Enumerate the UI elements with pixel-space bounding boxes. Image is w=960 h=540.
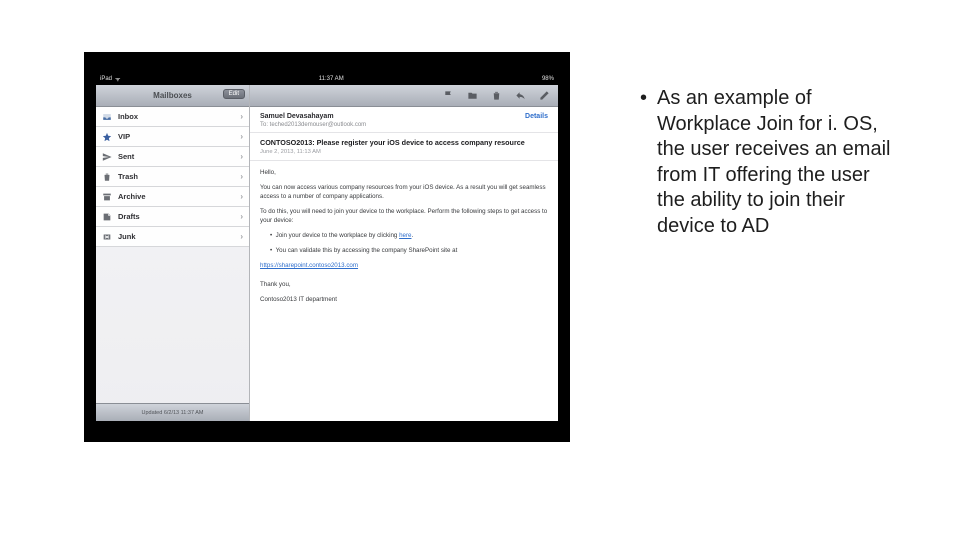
- mailbox-label: Drafts: [118, 212, 140, 221]
- mailbox-archive[interactable]: Archive ›: [96, 187, 249, 207]
- chevron-right-icon: ›: [240, 132, 243, 141]
- archive-icon: [102, 192, 112, 202]
- chevron-right-icon: ›: [240, 172, 243, 181]
- message-body: Hello, You can now access various compan…: [250, 161, 558, 319]
- compose-icon[interactable]: [538, 90, 550, 102]
- bullet-content: As an example of Workplace Join for i. O…: [657, 86, 900, 240]
- folder-icon[interactable]: [466, 90, 478, 102]
- device-frame: iPad ᯤ 11:37 AM 98% Mailboxes Edit: [84, 52, 570, 442]
- edit-button[interactable]: Edit: [223, 89, 245, 99]
- flag-icon[interactable]: [442, 90, 454, 102]
- reply-icon[interactable]: [514, 90, 526, 102]
- body-greeting: Hello,: [260, 169, 548, 178]
- mailbox-vip[interactable]: VIP ›: [96, 127, 249, 147]
- mailboxes-sidebar: Mailboxes Edit Inbox ›: [96, 85, 250, 421]
- mailbox-drafts[interactable]: Drafts ›: [96, 207, 249, 227]
- status-bar: iPad ᯤ 11:37 AM 98%: [96, 73, 558, 85]
- mailbox-inbox[interactable]: Inbox ›: [96, 107, 249, 127]
- body-step2: • You can validate this by accessing the…: [260, 247, 548, 256]
- status-battery: 98%: [542, 76, 554, 82]
- mailbox-label: Sent: [118, 152, 134, 161]
- star-icon: [102, 132, 112, 142]
- mailbox-sent[interactable]: Sent ›: [96, 147, 249, 167]
- ipad-screen: iPad ᯤ 11:37 AM 98% Mailboxes Edit: [96, 73, 558, 421]
- drafts-icon: [102, 212, 112, 222]
- mailbox-trash[interactable]: Trash ›: [96, 167, 249, 187]
- body-signoff1: Thank you,: [260, 281, 548, 290]
- body-step1: • Join your device to the workplace by c…: [260, 232, 548, 241]
- sharepoint-link[interactable]: https://sharepoint.contoso2013.com: [260, 262, 358, 269]
- mailbox-label: Trash: [118, 172, 138, 181]
- inbox-icon: [102, 112, 112, 122]
- message-pane: Samuel Devasahayam Details To: teched201…: [250, 85, 558, 421]
- trash-icon: [102, 172, 112, 182]
- message-header: Samuel Devasahayam Details To: teched201…: [250, 107, 558, 133]
- sidebar-header: Mailboxes Edit: [96, 85, 249, 107]
- sent-icon: [102, 152, 112, 162]
- mailbox-label: Archive: [118, 192, 146, 201]
- trash-icon[interactable]: [490, 90, 502, 102]
- mailbox-label: Junk: [118, 232, 136, 241]
- message-to: To: teched2013demouser@outlook.com: [260, 122, 548, 128]
- body-para2: To do this, you will need to join your d…: [260, 208, 548, 226]
- details-link[interactable]: Details: [525, 113, 548, 120]
- wifi-icon: ᯤ: [115, 75, 120, 83]
- message-toolbar: [250, 85, 558, 107]
- sidebar-footer: Updated 6/2/13 11:37 AM: [96, 403, 249, 421]
- status-device: iPad: [100, 76, 112, 82]
- body-signoff2: Contoso2013 IT department: [260, 296, 548, 305]
- status-time: 11:37 AM: [319, 76, 344, 82]
- chevron-right-icon: ›: [240, 152, 243, 161]
- chevron-right-icon: ›: [240, 112, 243, 121]
- sidebar-title: Mailboxes: [153, 91, 192, 100]
- mailbox-label: VIP: [118, 132, 130, 141]
- chevron-right-icon: ›: [240, 232, 243, 241]
- mailbox-junk[interactable]: Junk ›: [96, 227, 249, 247]
- mail-app: Mailboxes Edit Inbox ›: [96, 85, 558, 421]
- bullet-dot-icon: •: [640, 86, 647, 240]
- body-para1: You can now access various company resou…: [260, 184, 548, 202]
- message-subject: CONTOSO2013: Please register your iOS de…: [260, 138, 548, 147]
- mailbox-label: Inbox: [118, 112, 138, 121]
- chevron-right-icon: ›: [240, 192, 243, 201]
- chevron-right-icon: ›: [240, 212, 243, 221]
- mailbox-list: Inbox › VIP ›: [96, 107, 249, 403]
- junk-icon: [102, 232, 112, 242]
- message-date: June 2, 2013, 11:13 AM: [260, 149, 548, 155]
- message-from[interactable]: Samuel Devasahayam: [260, 113, 334, 120]
- join-here-link[interactable]: here: [399, 232, 411, 239]
- slide-bullet-text: • As an example of Workplace Join for i.…: [640, 86, 900, 240]
- message-subject-block: CONTOSO2013: Please register your iOS de…: [250, 133, 558, 161]
